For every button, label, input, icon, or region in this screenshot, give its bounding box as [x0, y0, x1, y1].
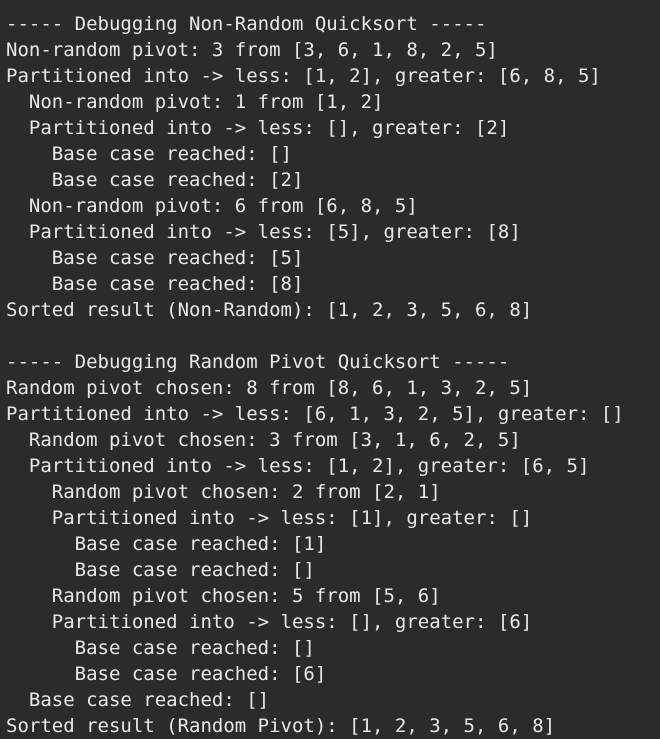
- console-line: Base case reached: []: [6, 689, 270, 711]
- console-line: Base case reached: []: [6, 143, 292, 165]
- console-line: Base case reached: [5]: [6, 247, 304, 269]
- console-line: Partitioned into -> less: [], greater: […: [6, 611, 533, 633]
- console-line: Partitioned into -> less: [1, 2], greate…: [6, 65, 601, 87]
- console-line: Partitioned into -> less: [5], greater: …: [6, 221, 521, 243]
- console-line: Partitioned into -> less: [1, 2], greate…: [6, 455, 590, 477]
- console-line: Partitioned into -> less: [6, 1, 3, 2, 5…: [6, 403, 624, 425]
- console-line: Sorted result (Non-Random): [1, 2, 3, 5,…: [6, 299, 533, 321]
- console-line: Non-random pivot: 3 from [3, 6, 1, 8, 2,…: [6, 39, 498, 61]
- console-line: ----- Debugging Non-Random Quicksort ---…: [6, 13, 487, 35]
- console-line: Random pivot chosen: 2 from [2, 1]: [6, 481, 441, 503]
- console-line: Partitioned into -> less: [1], greater: …: [6, 507, 533, 529]
- console-line: Base case reached: [2]: [6, 169, 304, 191]
- console-line: Random pivot chosen: 5 from [5, 6]: [6, 585, 441, 607]
- console-line: Base case reached: [1]: [6, 533, 327, 555]
- console-line: Sorted result (Random Pivot): [1, 2, 3, …: [6, 715, 556, 737]
- console-line: Base case reached: []: [6, 559, 315, 581]
- console-line: Random pivot chosen: 3 from [3, 1, 6, 2,…: [6, 429, 521, 451]
- console-line: Partitioned into -> less: [], greater: […: [6, 117, 510, 139]
- console-line: ----- Debugging Random Pivot Quicksort -…: [6, 351, 510, 373]
- console-line: Non-random pivot: 6 from [6, 8, 5]: [6, 195, 418, 217]
- console-line: Base case reached: [6]: [6, 663, 327, 685]
- console-line: Base case reached: []: [6, 637, 315, 659]
- console-output: ----- Debugging Non-Random Quicksort ---…: [0, 0, 660, 739]
- console-line: Base case reached: [8]: [6, 273, 304, 295]
- console-line: Non-random pivot: 1 from [1, 2]: [6, 91, 384, 113]
- console-line: Random pivot chosen: 8 from [8, 6, 1, 3,…: [6, 377, 533, 399]
